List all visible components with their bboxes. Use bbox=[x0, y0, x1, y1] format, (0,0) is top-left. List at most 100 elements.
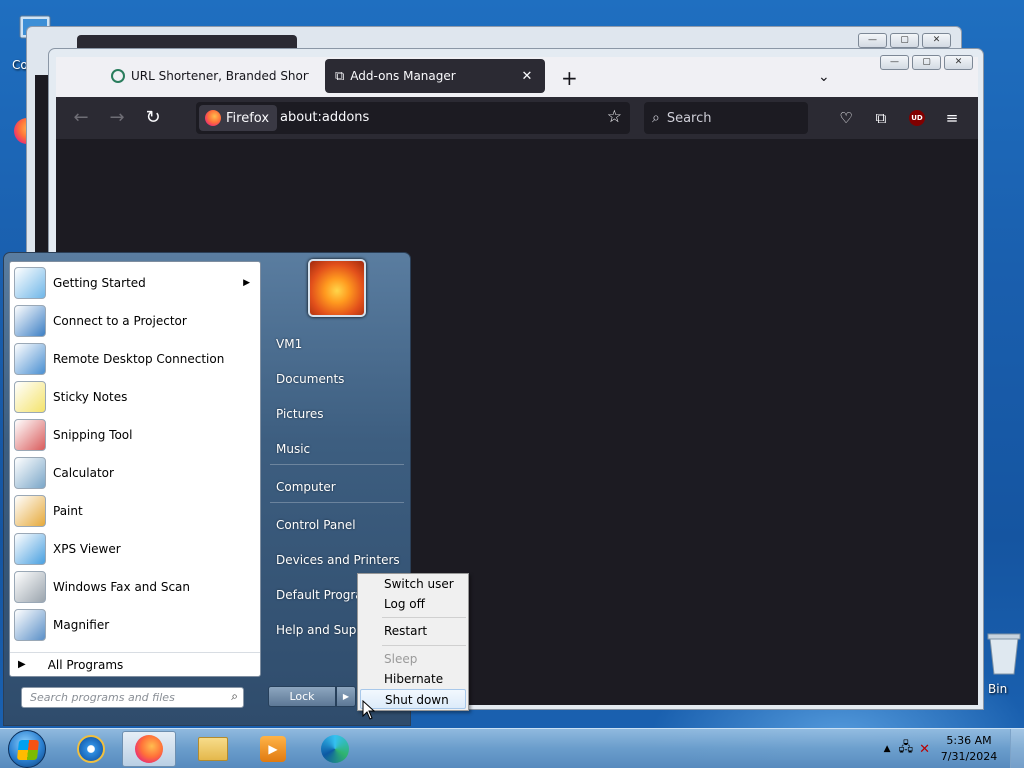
forward-button[interactable]: → bbox=[104, 105, 130, 131]
start-search-placeholder: Search programs and files bbox=[30, 691, 175, 704]
program-item[interactable]: Paint bbox=[10, 492, 260, 530]
menu-separator bbox=[382, 617, 466, 618]
folder-icon bbox=[198, 737, 228, 761]
extensions-icon[interactable]: ⧉ bbox=[871, 108, 891, 128]
start-menu: Getting Started ▶ Connect to a Projector Re… bbox=[3, 252, 411, 726]
close-button[interactable]: ✕ bbox=[944, 55, 973, 70]
power-options-arrow[interactable]: ▶ bbox=[336, 686, 356, 707]
ublock-icon[interactable]: UD bbox=[909, 110, 925, 126]
program-label: Paint bbox=[53, 504, 83, 518]
tab-url-shortener[interactable]: URL Shortener, Branded Short Li bbox=[101, 59, 319, 93]
identity-label: Firefox bbox=[226, 110, 270, 126]
url-text[interactable]: about:addons bbox=[280, 110, 369, 125]
taskbar-internet-explorer[interactable] bbox=[64, 731, 118, 767]
minimize-button[interactable]: — bbox=[858, 33, 887, 48]
minimize-button[interactable]: — bbox=[880, 55, 909, 70]
taskbar-edge[interactable] bbox=[308, 731, 362, 767]
place-item[interactable]: VM1 bbox=[276, 337, 302, 351]
pocket-icon[interactable]: ♡ bbox=[836, 108, 856, 128]
program-item[interactable]: Calculator bbox=[10, 454, 260, 492]
place-item[interactable]: Music bbox=[276, 442, 310, 456]
back-button[interactable]: ← bbox=[68, 105, 94, 131]
log-off-item[interactable]: Log off bbox=[360, 594, 466, 614]
program-item[interactable]: Windows Fax and Scan bbox=[10, 568, 260, 606]
lock-button[interactable]: Lock bbox=[268, 686, 336, 707]
all-programs-button[interactable]: ▶ All Programs bbox=[10, 652, 260, 676]
menu-hamburger-icon[interactable]: ≡ bbox=[942, 108, 962, 128]
place-item[interactable]: Devices and Printers bbox=[276, 553, 400, 567]
program-item[interactable]: Sticky Notes bbox=[10, 378, 260, 416]
clock[interactable]: 5:36 AM 7/31/2024 bbox=[934, 733, 1004, 765]
puzzle-icon: ⧉ bbox=[335, 68, 345, 84]
taskbar-file-explorer[interactable] bbox=[186, 731, 240, 767]
search-icon: ⌕ bbox=[652, 110, 660, 126]
identity-box[interactable]: Firefox bbox=[199, 105, 278, 131]
place-item[interactable]: Pictures bbox=[276, 407, 324, 421]
maximize-button[interactable]: ▢ bbox=[912, 55, 941, 70]
close-icon[interactable]: ✕ bbox=[519, 69, 535, 84]
media-player-icon: ▶ bbox=[260, 736, 286, 762]
program-item[interactable]: Remote Desktop Connection bbox=[10, 340, 260, 378]
program-item[interactable]: Magnifier bbox=[10, 606, 260, 644]
reload-button[interactable]: ↻ bbox=[140, 105, 166, 131]
clock-time: 5:36 AM bbox=[946, 734, 992, 747]
place-item[interactable]: Control Panel bbox=[276, 518, 356, 532]
tab-title: Add-ons Manager bbox=[350, 69, 456, 83]
recycle-bin-desktop-label: Bin bbox=[988, 682, 1008, 696]
start-search-input[interactable]: Search programs and files ⌕ bbox=[21, 687, 244, 708]
places-separator bbox=[270, 464, 404, 465]
taskbar: ▶ ▲ 🖧 ✕ 5:36 AM 7/31/2024 bbox=[0, 728, 1024, 768]
program-item[interactable]: Snipping Tool bbox=[10, 416, 260, 454]
restart-item[interactable]: Restart bbox=[360, 621, 466, 641]
magnifier-icon bbox=[14, 609, 46, 641]
xps-viewer-icon bbox=[14, 533, 46, 565]
show-desktop-button[interactable] bbox=[1010, 729, 1024, 768]
sleep-item: Sleep bbox=[384, 652, 418, 666]
triangle-right-icon: ▶ bbox=[18, 659, 26, 670]
list-all-tabs-button[interactable]: ⌄ bbox=[818, 69, 830, 85]
tab-bar: URL Shortener, Branded Short Li ⧉ Add-on… bbox=[56, 57, 978, 99]
internet-explorer-icon bbox=[77, 735, 105, 763]
getting-started-icon bbox=[14, 267, 46, 299]
link-icon bbox=[111, 69, 125, 83]
program-label: Calculator bbox=[53, 466, 114, 480]
calculator-icon bbox=[14, 457, 46, 489]
submenu-arrow-icon: ▶ bbox=[243, 278, 250, 288]
edge-icon bbox=[321, 735, 349, 763]
hibernate-item[interactable]: Hibernate bbox=[360, 669, 466, 689]
program-item[interactable]: Connect to a Projector bbox=[10, 302, 260, 340]
new-tab-button[interactable]: + bbox=[561, 66, 578, 90]
search-placeholder: Search bbox=[666, 110, 712, 126]
switch-user-item[interactable]: Switch user bbox=[360, 574, 466, 594]
program-item[interactable]: Getting Started ▶ bbox=[10, 264, 260, 302]
place-item[interactable]: Computer bbox=[276, 480, 336, 494]
program-label: Snipping Tool bbox=[53, 428, 133, 442]
maximize-button[interactable]: ▢ bbox=[890, 33, 919, 48]
program-label: Connect to a Projector bbox=[53, 314, 187, 328]
start-button[interactable] bbox=[8, 730, 46, 768]
taskbar-firefox[interactable] bbox=[122, 731, 176, 767]
system-tray: ▲ 🖧 ✕ 5:36 AM 7/31/2024 bbox=[884, 729, 1024, 768]
program-label: Remote Desktop Connection bbox=[53, 352, 225, 366]
user-picture[interactable] bbox=[308, 259, 366, 317]
place-item[interactable]: Documents bbox=[276, 372, 344, 386]
windows-logo-icon bbox=[16, 740, 40, 760]
program-label: Magnifier bbox=[53, 618, 110, 632]
taskbar-media-player[interactable]: ▶ bbox=[246, 731, 300, 767]
tab-addons-manager[interactable]: ⧉ Add-ons Manager ✕ bbox=[325, 59, 545, 93]
close-button[interactable]: ✕ bbox=[922, 33, 951, 48]
network-icon[interactable]: 🖧 bbox=[899, 738, 914, 760]
firefox-icon bbox=[135, 735, 163, 763]
bookmark-star-icon[interactable]: ☆ bbox=[607, 107, 622, 127]
url-bar[interactable]: Firefox about:addons ☆ bbox=[196, 102, 630, 134]
show-hidden-icons-arrow[interactable]: ▲ bbox=[884, 744, 891, 754]
paint-icon bbox=[14, 495, 46, 527]
firefox-logo-icon bbox=[205, 110, 221, 126]
power-context-menu: Switch user Log off Restart Sleep Hibern… bbox=[357, 573, 469, 711]
volume-muted-icon[interactable]: ✕ bbox=[919, 742, 930, 757]
remote-desktop-icon bbox=[14, 343, 46, 375]
search-input[interactable]: ⌕ Search bbox=[644, 102, 808, 134]
recycle-bin-desktop-icon[interactable] bbox=[984, 630, 1024, 675]
clock-date: 7/31/2024 bbox=[940, 750, 998, 763]
program-item[interactable]: XPS Viewer bbox=[10, 530, 260, 568]
